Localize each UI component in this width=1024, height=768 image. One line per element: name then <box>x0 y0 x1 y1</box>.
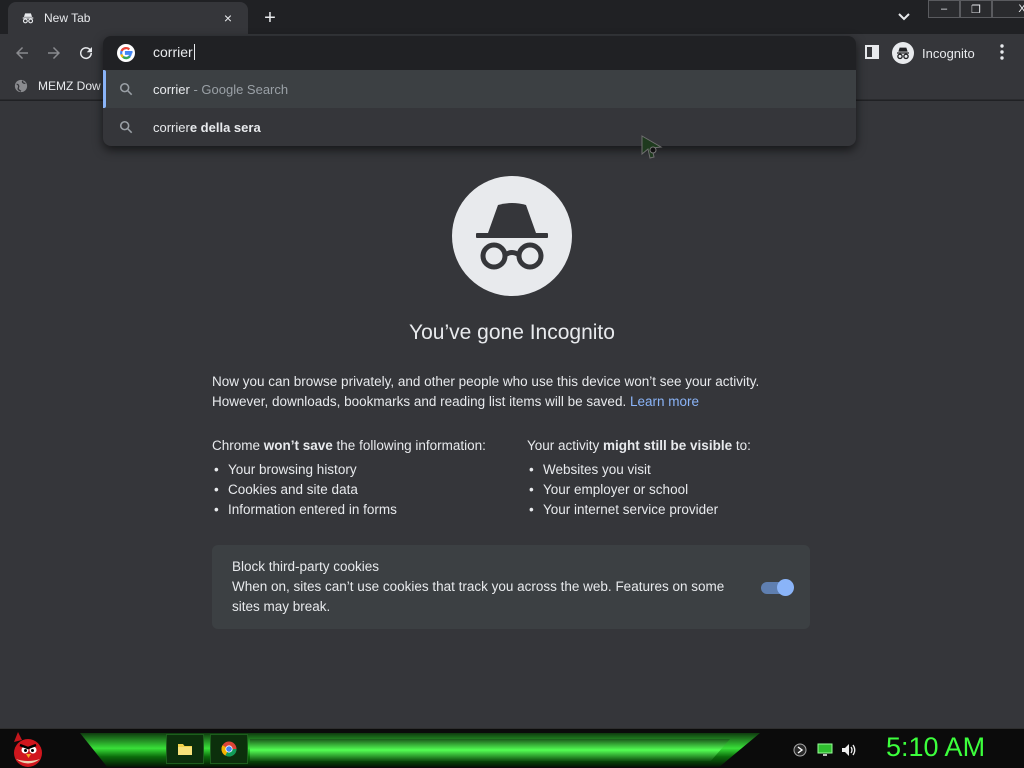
omnibox-suggestion[interactable]: corriere della sera <box>103 108 856 146</box>
taskbar-app-chrome[interactable] <box>210 734 248 764</box>
chrome-icon <box>221 741 237 757</box>
intro-line-2-text: However, downloads, bookmarks and readin… <box>212 394 627 409</box>
suggestion-text: corrier - Google Search <box>153 82 288 97</box>
network-icon[interactable] <box>792 743 808 757</box>
side-panel-button[interactable] <box>862 42 882 62</box>
file-explorer-icon <box>178 744 192 755</box>
suggestion-match: corrier <box>153 82 190 97</box>
wont-save-prefix: Chrome <box>212 438 264 453</box>
address-bar[interactable]: corrier <box>103 36 856 70</box>
forward-button[interactable] <box>42 41 66 65</box>
profile-button[interactable]: Incognito <box>890 40 985 66</box>
angry-bird-icon <box>14 732 42 767</box>
list-item: Your browsing history <box>212 460 512 480</box>
still-visible-emphasis: might still be visible <box>603 438 733 453</box>
taskbar: 5:10 AM <box>0 728 1024 768</box>
profile-label: Incognito <box>922 45 975 61</box>
screen: New Tab × + – ❐ X Incognito MEMZ Dow You… <box>0 0 1024 768</box>
suggestion-completion: e della sera <box>189 120 261 135</box>
wont-save-suffix: the following information: <box>332 438 486 453</box>
globe-icon <box>14 79 28 93</box>
window-controls: – ❐ X <box>928 0 1024 18</box>
taskbar-clock[interactable]: 5:10 AM <box>886 732 985 763</box>
list-item: Websites you visit <box>527 460 827 480</box>
incognito-hero-icon <box>452 176 572 296</box>
still-visible-prefix: Your activity <box>527 438 604 453</box>
minimize-button[interactable]: – <box>928 0 960 18</box>
bookmark-label: MEMZ Dow <box>38 79 101 93</box>
still-visible-heading: Your activity might still be visible to: <box>527 436 827 456</box>
tab-title: New Tab <box>44 11 91 25</box>
side-panel-icon <box>865 45 879 59</box>
volume-icon[interactable] <box>841 743 857 757</box>
cookie-card-title: Block third-party cookies <box>232 559 380 574</box>
list-item: Your employer or school <box>527 480 827 500</box>
block-cookies-toggle[interactable] <box>761 579 794 596</box>
start-button[interactable] <box>8 730 48 768</box>
incognito-icon <box>20 10 36 26</box>
mouse-pointer-icon <box>641 135 663 159</box>
search-icon <box>119 120 133 134</box>
taskbar-app-file-explorer[interactable] <box>166 734 204 764</box>
tab-new-tab[interactable]: New Tab × <box>8 2 248 34</box>
bookmark-item[interactable]: MEMZ Dow <box>14 76 101 96</box>
close-tab-button[interactable]: × <box>218 8 238 28</box>
suggestion-text: corriere della sera <box>153 120 261 135</box>
learn-more-link[interactable]: Learn more <box>630 394 699 409</box>
still-visible-column: Your activity might still be visible to:… <box>527 436 827 520</box>
address-input[interactable]: corrier <box>153 44 195 60</box>
tab-strip: New Tab × + – ❐ X <box>0 0 1024 34</box>
reload-button[interactable] <box>74 41 98 65</box>
intro-line-2: However, downloads, bookmarks and readin… <box>212 392 812 412</box>
close-window-button[interactable]: X <box>992 0 1024 18</box>
tab-search-button[interactable] <box>894 8 914 26</box>
monitor-icon[interactable] <box>817 743 833 757</box>
suggestion-source: - Google Search <box>189 82 289 97</box>
suggestion-match: corrier <box>153 120 190 135</box>
menu-button[interactable] <box>994 41 1010 63</box>
restore-button[interactable]: ❐ <box>960 0 992 18</box>
back-button[interactable] <box>10 41 34 65</box>
cookie-card-description: When on, sites can’t use cookies that tr… <box>232 579 725 614</box>
list-item: Your internet service provider <box>527 500 827 520</box>
list-item: Information entered in forms <box>212 500 512 520</box>
wont-save-list: Your browsing history Cookies and site d… <box>212 460 512 520</box>
chevron-down-icon <box>898 13 910 21</box>
text-caret <box>193 44 195 60</box>
back-arrow-icon <box>16 47 28 59</box>
incognito-page: You’ve gone Incognito Now you can browse… <box>0 101 1024 728</box>
intro-line-1: Now you can browse privately, and other … <box>212 374 760 389</box>
google-icon <box>117 44 135 62</box>
omnibox-dropdown: corrier corrier - Google Search corriere… <box>103 36 856 146</box>
incognito-icon <box>892 42 914 64</box>
wont-save-emphasis: won’t save <box>263 438 333 453</box>
address-input-value: corrier <box>153 44 193 60</box>
wont-save-heading: Chrome won’t save the following informat… <box>212 436 512 456</box>
reload-icon <box>80 47 93 60</box>
search-icon <box>119 82 133 96</box>
toggle-knob <box>777 579 794 596</box>
taskbar-decoration <box>250 739 730 761</box>
wont-save-column: Chrome won’t save the following informat… <box>212 436 512 520</box>
still-visible-suffix: to: <box>732 438 751 453</box>
omnibox-suggestion[interactable]: corrier - Google Search <box>103 70 856 108</box>
forward-arrow-icon <box>48 47 60 59</box>
page-title: You’ve gone Incognito <box>409 321 615 344</box>
kebab-menu-icon <box>1000 44 1004 60</box>
third-party-cookies-card: Block third-party cookies When on, sites… <box>212 545 810 629</box>
list-item: Cookies and site data <box>212 480 512 500</box>
new-tab-button[interactable]: + <box>258 7 282 29</box>
intro-text: Now you can browse privately, and other … <box>212 372 812 412</box>
still-visible-list: Websites you visit Your employer or scho… <box>527 460 827 520</box>
